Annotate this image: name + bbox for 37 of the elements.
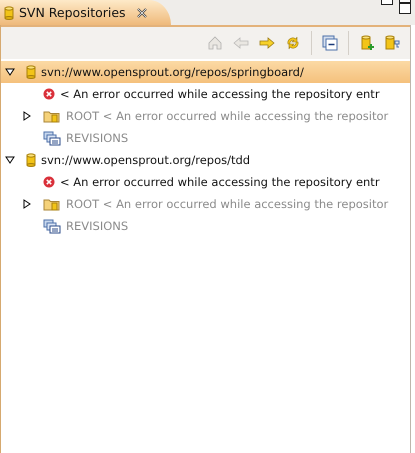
tree-item-label: < An error occurred while accessing the repository entr [60,175,380,189]
expand-toggle[interactable] [5,67,15,77]
collapse-all-icon [322,35,338,51]
maximize-icon[interactable] [399,0,411,14]
database-tree-icon [385,35,401,51]
tab-title: SVN Repositories [19,5,126,20]
view-tab[interactable]: SVN Repositories [0,0,171,25]
forward-arrow-icon [259,35,275,51]
revisions-icon [43,218,61,234]
folder-icon [43,109,61,123]
revisions-icon [43,130,61,146]
database-icon [4,6,14,20]
tree-item-label: < An error occurred while accessing the repository entr [60,87,380,101]
database-icon [26,65,36,79]
tree-row[interactable]: svn://www.opensprout.org/repos/tdd [1,149,410,171]
error-icon [43,88,55,100]
folder-icon [43,197,61,211]
tree-row[interactable]: < An error occurred while accessing the repository entr [1,83,410,105]
error-icon [43,176,55,188]
tree-item-label: svn://www.opensprout.org/repos/tdd [41,153,250,167]
add-database-icon [359,35,375,51]
tree-item-label: svn://www.opensprout.org/repos/springboard/ [41,65,304,79]
tree-item-label: ROOT < An error occurred while accessing the repositor [66,197,388,211]
minimize-icon[interactable] [381,0,393,8]
expand-toggle[interactable] [22,199,32,209]
expand-toggle[interactable] [22,111,32,121]
home-icon [207,35,223,51]
database-icon [26,153,36,167]
tree-row[interactable]: svn://www.opensprout.org/repos/springboard/ [1,61,410,83]
tree-row[interactable]: < An error occurred while accessing the repository entr [1,171,410,193]
tree-item-label: ROOT < An error occurred while accessing the repositor [66,109,388,123]
tree-item-label: REVISIONS [66,131,128,145]
tree-item-label: REVISIONS [66,219,128,233]
sync-icon [285,35,301,51]
expand-toggle[interactable] [5,155,15,165]
back-arrow-icon [233,35,249,51]
close-icon[interactable] [136,8,147,18]
